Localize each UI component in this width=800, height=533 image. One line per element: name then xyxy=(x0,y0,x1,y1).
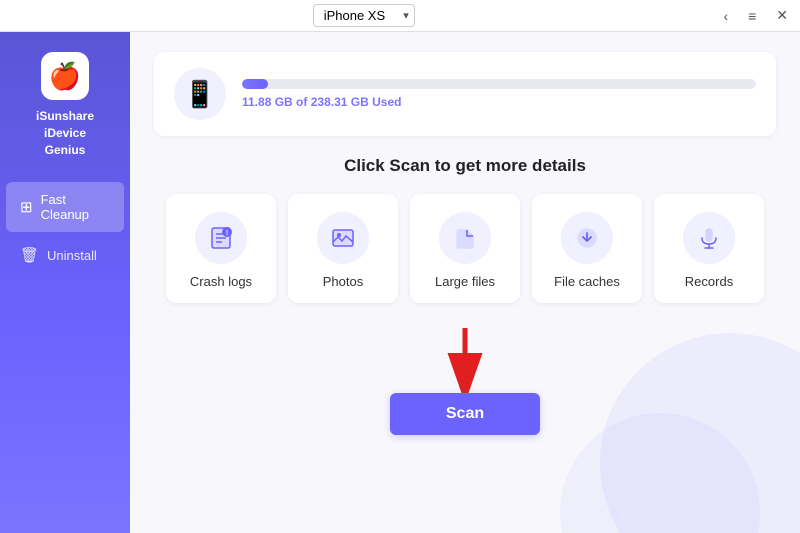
section-heading: Click Scan to get more details xyxy=(154,156,776,176)
photos-icon xyxy=(329,224,357,252)
scan-button[interactable]: Scan xyxy=(390,393,540,435)
storage-of: of xyxy=(296,95,311,109)
scan-area: Scan xyxy=(154,323,776,513)
phone-icon: 📱 xyxy=(174,68,226,120)
category-large-files[interactable]: Large files xyxy=(410,194,520,303)
device-select-wrapper: iPhone XS ▾ xyxy=(313,4,415,27)
storage-text: 11.88 GB of 238.31 GB Used xyxy=(242,95,756,109)
crash-logs-icon: ! xyxy=(207,224,235,252)
storage-bar-bg xyxy=(242,79,756,89)
sidebar-item-fast-cleanup[interactable]: ⊞ Fast Cleanup xyxy=(6,182,124,232)
photos-icon-circle xyxy=(317,212,369,264)
arrow-down-icon xyxy=(435,323,495,393)
main-layout: 🍎 iSunshareiDeviceGenius ⊞ Fast Cleanup … xyxy=(0,32,800,533)
category-records[interactable]: Records xyxy=(654,194,764,303)
category-photos[interactable]: Photos xyxy=(288,194,398,303)
close-button[interactable]: ✕ xyxy=(772,5,792,26)
fast-cleanup-icon: ⊞ xyxy=(20,198,33,216)
category-crash-logs[interactable]: ! Crash logs xyxy=(166,194,276,303)
records-label: Records xyxy=(685,274,733,289)
photos-label: Photos xyxy=(323,274,363,289)
storage-label: Used xyxy=(372,95,401,109)
title-bar: iPhone XS ▾ ‹ ≡ ✕ xyxy=(0,0,800,32)
svg-text:!: ! xyxy=(226,230,228,237)
used-gb: 11.88 GB xyxy=(242,95,293,109)
large-files-icon-circle xyxy=(439,212,491,264)
crash-logs-icon-circle: ! xyxy=(195,212,247,264)
sidebar-item-uninstall[interactable]: 🗑 Uninstall xyxy=(6,236,124,274)
total-gb: 238.31 GB xyxy=(311,95,369,109)
app-name: iSunshareiDeviceGenius xyxy=(36,108,94,158)
device-selector-area: iPhone XS ▾ xyxy=(313,4,415,27)
device-select[interactable]: iPhone XS xyxy=(313,4,415,27)
sidebar-item-fast-cleanup-label: Fast Cleanup xyxy=(41,192,110,222)
title-bar-controls: ‹ ≡ ✕ xyxy=(719,5,792,26)
sidebar-nav: ⊞ Fast Cleanup 🗑 Uninstall xyxy=(0,182,130,274)
records-icon-circle xyxy=(683,212,735,264)
category-file-caches[interactable]: File caches xyxy=(532,194,642,303)
file-caches-icon-circle xyxy=(561,212,613,264)
file-caches-label: File caches xyxy=(554,274,620,289)
app-logo-icon: 🍎 xyxy=(49,61,81,92)
uninstall-icon: 🗑 xyxy=(20,246,39,264)
large-files-icon xyxy=(451,224,479,252)
large-files-label: Large files xyxy=(435,274,495,289)
menu-button[interactable]: ≡ xyxy=(744,6,760,26)
categories: ! Crash logs Photos xyxy=(154,194,776,303)
storage-card: 📱 11.88 GB of 238.31 GB Used xyxy=(154,52,776,136)
app-logo: 🍎 xyxy=(41,52,89,100)
content-area: 📱 11.88 GB of 238.31 GB Used Click Scan … xyxy=(130,32,800,533)
sidebar: 🍎 iSunshareiDeviceGenius ⊞ Fast Cleanup … xyxy=(0,32,130,533)
records-icon xyxy=(695,224,723,252)
storage-bar-fill xyxy=(242,79,268,89)
sidebar-item-uninstall-label: Uninstall xyxy=(47,248,97,263)
back-button[interactable]: ‹ xyxy=(719,6,732,26)
crash-logs-label: Crash logs xyxy=(190,274,252,289)
storage-info: 11.88 GB of 238.31 GB Used xyxy=(242,79,756,109)
file-caches-icon xyxy=(573,224,601,252)
